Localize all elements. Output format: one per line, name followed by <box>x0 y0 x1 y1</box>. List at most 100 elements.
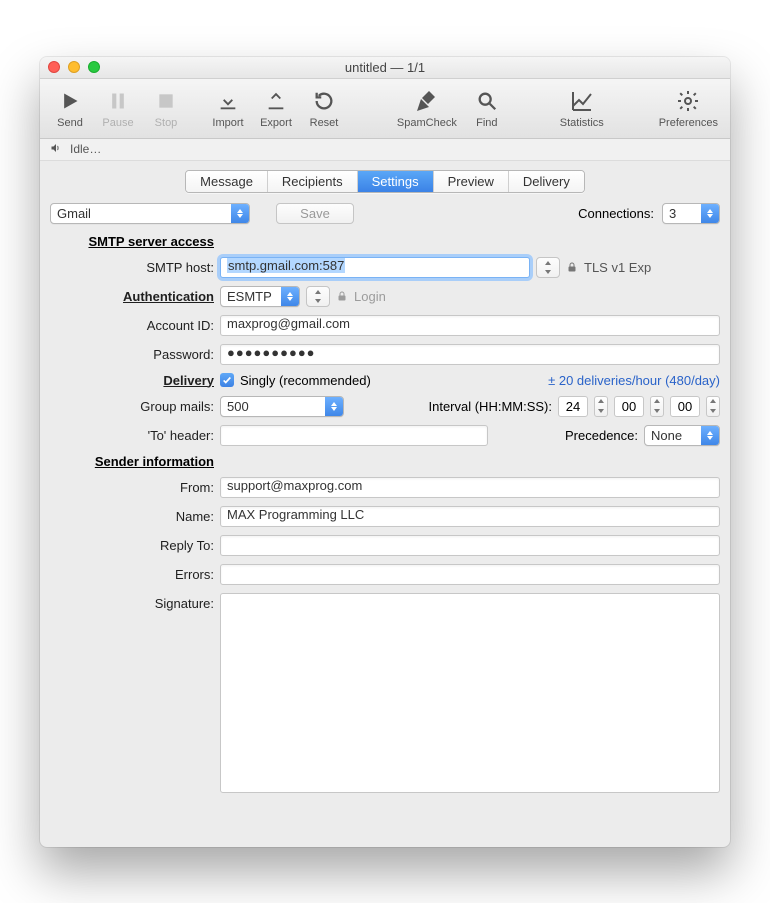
smtp-host-value: smtp.gmail.com:587 <box>227 258 345 273</box>
from-value: support@maxprog.com <box>227 478 362 493</box>
auth-stepper[interactable] <box>306 286 330 307</box>
tab-preview[interactable]: Preview <box>434 171 509 192</box>
minimize-icon[interactable] <box>68 61 80 73</box>
delivery-rate-link[interactable]: ± 20 deliveries/hour (480/day) <box>548 373 720 388</box>
play-icon <box>57 88 83 114</box>
from-input[interactable]: support@maxprog.com <box>220 477 720 498</box>
auth-method-select[interactable]: ESMTP <box>220 286 300 307</box>
broom-icon <box>414 88 440 114</box>
reset-button[interactable]: Reset <box>302 81 346 135</box>
gear-icon <box>675 88 701 114</box>
signature-input[interactable] <box>220 593 720 793</box>
connections-value: 3 <box>669 206 676 221</box>
reset-label: Reset <box>310 117 339 129</box>
group-mails-value: 500 <box>227 399 249 414</box>
singly-label: Singly (recommended) <box>240 373 371 388</box>
account-id-input[interactable]: maxprog@gmail.com <box>220 315 720 336</box>
preferences-button[interactable]: Preferences <box>655 81 722 135</box>
interval-hh-stepper[interactable] <box>594 396 608 417</box>
save-button[interactable]: Save <box>276 203 354 224</box>
chart-icon <box>569 88 595 114</box>
interval-label: Interval (HH:MM:SS): <box>428 399 552 414</box>
lock-icon <box>566 260 578 274</box>
interval-hh-input[interactable] <box>558 396 588 417</box>
connections-select[interactable]: 3 <box>662 203 720 224</box>
preferences-label: Preferences <box>659 117 718 129</box>
interval-mm-input[interactable] <box>614 396 644 417</box>
errors-label: Errors: <box>50 567 220 582</box>
export-icon <box>263 88 289 114</box>
chevron-updown-icon <box>701 204 719 223</box>
lock-icon <box>336 289 348 303</box>
account-id-label: Account ID: <box>50 318 220 333</box>
search-icon <box>474 88 500 114</box>
section-sender: Sender information <box>50 454 220 469</box>
reset-icon <box>311 88 337 114</box>
group-mails-label: Group mails: <box>50 399 220 414</box>
errors-input[interactable] <box>220 564 720 585</box>
account-select[interactable]: Gmail <box>50 203 250 224</box>
tabs: Message Recipients Settings Preview Deli… <box>40 161 730 203</box>
interval-mm-stepper[interactable] <box>650 396 664 417</box>
pause-button[interactable]: Pause <box>96 81 140 135</box>
precedence-value: None <box>651 428 682 443</box>
send-button[interactable]: Send <box>48 81 92 135</box>
login-button-label: Login <box>354 289 386 304</box>
name-input[interactable]: MAX Programming LLC <box>220 506 720 527</box>
speaker-icon <box>48 142 64 157</box>
spamcheck-button[interactable]: SpamCheck <box>393 81 461 135</box>
from-label: From: <box>50 480 220 495</box>
name-label: Name: <box>50 509 220 524</box>
import-button[interactable]: Import <box>206 81 250 135</box>
tab-message[interactable]: Message <box>186 171 268 192</box>
password-value: ●●●●●●●●●● <box>227 345 316 360</box>
chevron-updown-icon <box>325 397 343 416</box>
status-text: Idle… <box>70 142 101 156</box>
find-button[interactable]: Find <box>465 81 509 135</box>
stop-button[interactable]: Stop <box>144 81 188 135</box>
settings-pane: Gmail Save Connections: 3 SMTP server ac… <box>40 203 730 847</box>
name-value: MAX Programming LLC <box>227 507 364 522</box>
to-header-label: 'To' header: <box>50 428 220 443</box>
statistics-label: Statistics <box>560 117 604 129</box>
find-label: Find <box>476 117 497 129</box>
smtp-host-label: SMTP host: <box>50 260 220 275</box>
precedence-label: Precedence: <box>565 428 638 443</box>
import-icon <box>215 88 241 114</box>
pause-icon <box>105 88 131 114</box>
singly-checkbox[interactable] <box>220 373 234 387</box>
connections-label: Connections: <box>578 206 654 221</box>
precedence-select[interactable]: None <box>644 425 720 446</box>
tab-delivery[interactable]: Delivery <box>509 171 584 192</box>
statistics-button[interactable]: Statistics <box>556 81 608 135</box>
export-label: Export <box>260 117 292 129</box>
interval-ss-stepper[interactable] <box>706 396 720 417</box>
titlebar: untitled — 1/1 <box>40 57 730 79</box>
spamcheck-label: SpamCheck <box>397 117 457 129</box>
reply-to-input[interactable] <box>220 535 720 556</box>
chevron-updown-icon <box>701 426 719 445</box>
window-controls <box>48 61 100 73</box>
to-header-input[interactable] <box>220 425 488 446</box>
zoom-icon[interactable] <box>88 61 100 73</box>
password-label: Password: <box>50 347 220 362</box>
interval-ss-input[interactable] <box>670 396 700 417</box>
signature-label: Signature: <box>50 593 220 611</box>
stop-icon <box>153 88 179 114</box>
pause-label: Pause <box>102 117 133 129</box>
tab-recipients[interactable]: Recipients <box>268 171 358 192</box>
tab-settings[interactable]: Settings <box>358 171 434 192</box>
group-mails-select[interactable]: 500 <box>220 396 344 417</box>
auth-method-value: ESMTP <box>227 289 272 304</box>
close-icon[interactable] <box>48 61 60 73</box>
smtp-host-input[interactable]: smtp.gmail.com:587 <box>220 257 530 278</box>
section-delivery: Delivery <box>50 373 220 388</box>
password-input[interactable]: ●●●●●●●●●● <box>220 344 720 365</box>
status-bar: Idle… <box>40 139 730 161</box>
account-id-value: maxprog@gmail.com <box>227 316 350 331</box>
smtp-host-stepper[interactable] <box>536 257 560 278</box>
export-button[interactable]: Export <box>254 81 298 135</box>
account-select-value: Gmail <box>57 206 91 221</box>
stop-label: Stop <box>155 117 178 129</box>
toolbar: Send Pause Stop Import <box>40 79 730 139</box>
